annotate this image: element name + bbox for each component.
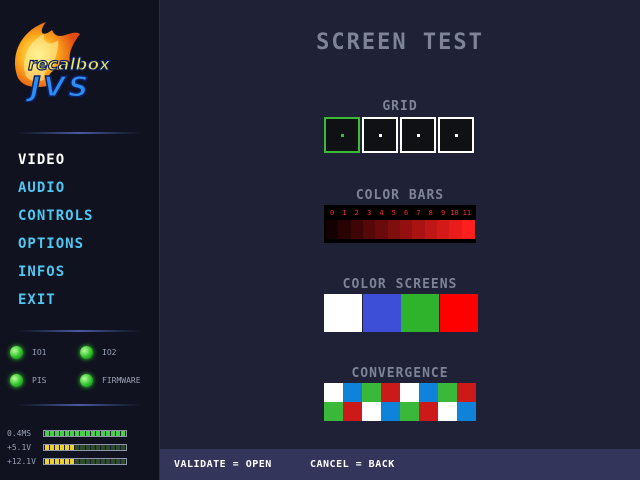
led-icon bbox=[80, 374, 93, 387]
color-bars-label: COLOR BARS bbox=[355, 188, 445, 203]
color-screen-swatch[interactable] bbox=[439, 294, 478, 332]
main-menu: VIDEO AUDIO CONTROLS OPTIONS INFOS EXIT bbox=[18, 150, 93, 318]
color-bar-number: 7 bbox=[416, 209, 421, 217]
convergence-cell bbox=[362, 383, 381, 402]
convergence-label: CONVERGENCE bbox=[351, 366, 449, 381]
grid-label: GRID bbox=[382, 99, 418, 114]
color-screen-swatch[interactable] bbox=[401, 294, 439, 332]
color-bar-number: 8 bbox=[428, 209, 433, 217]
status-label: IO1 bbox=[32, 348, 47, 357]
led-icon bbox=[80, 346, 93, 359]
convergence-cell bbox=[343, 383, 362, 402]
color-bar bbox=[437, 220, 450, 239]
color-bar-number: 2 bbox=[354, 209, 359, 217]
color-bar-number: 4 bbox=[379, 209, 384, 217]
convergence-cell bbox=[381, 383, 400, 402]
color-bar-number: 1 bbox=[342, 209, 347, 217]
grid-option-4[interactable] bbox=[438, 117, 474, 153]
color-bar-number: 10 bbox=[450, 209, 459, 217]
voltage-panel: 0.4MS +5.1V +12.1V bbox=[7, 428, 157, 470]
footer-bar: VALIDATE = OPEN CANCEL = BACK bbox=[160, 449, 640, 480]
color-bar bbox=[338, 220, 352, 239]
color-bar bbox=[387, 220, 401, 239]
convergence-cell bbox=[400, 383, 419, 402]
menu-exit[interactable]: EXIT bbox=[18, 290, 93, 318]
validate-hint: VALIDATE = OPEN bbox=[174, 459, 272, 470]
color-bar bbox=[350, 220, 364, 239]
voltage-label: +5.1V bbox=[7, 443, 32, 452]
status-label: FIRMWARE bbox=[102, 376, 141, 385]
voltage-label: 0.4MS bbox=[7, 429, 32, 438]
color-bar bbox=[400, 220, 413, 239]
convergence-cell bbox=[362, 402, 381, 421]
sidebar: recalbox JVS VIDEO AUDIO CONTROLS OPTIONS IN… bbox=[0, 0, 160, 480]
page-title: SCREEN TEST bbox=[316, 30, 484, 55]
color-bar-number: 3 bbox=[367, 209, 372, 217]
grid-option-3[interactable] bbox=[400, 117, 436, 153]
color-bar-number: 5 bbox=[391, 209, 396, 217]
color-bar bbox=[363, 220, 376, 239]
color-bar bbox=[449, 220, 463, 239]
color-screen-swatch[interactable] bbox=[362, 294, 401, 332]
voltage-row: +12.1V bbox=[7, 456, 157, 470]
voltage-row: +5.1V bbox=[7, 442, 157, 456]
color-bar bbox=[375, 220, 389, 239]
convergence-cell bbox=[457, 383, 476, 402]
voltage-bar bbox=[43, 458, 127, 465]
color-bar bbox=[424, 220, 438, 239]
color-bar bbox=[461, 220, 475, 239]
status-label: IO2 bbox=[102, 348, 117, 357]
color-bar-number: 6 bbox=[404, 209, 409, 217]
menu-infos[interactable]: INFOS bbox=[18, 262, 93, 290]
color-screen-swatch[interactable] bbox=[324, 294, 362, 332]
divider bbox=[18, 330, 140, 332]
convergence-cell bbox=[381, 402, 400, 421]
menu-controls[interactable]: CONTROLS bbox=[18, 206, 93, 234]
menu-audio[interactable]: AUDIO bbox=[18, 178, 93, 206]
divider bbox=[18, 132, 140, 134]
voltage-row: 0.4MS bbox=[7, 428, 157, 442]
color-bar-number: 9 bbox=[441, 209, 446, 217]
convergence-cell bbox=[324, 402, 343, 421]
convergence-cell bbox=[419, 383, 438, 402]
color-bar bbox=[326, 220, 339, 239]
recalbox-jvs-logo: recalbox JVS bbox=[15, 22, 112, 102]
convergence-cell bbox=[438, 402, 457, 421]
voltage-bar bbox=[43, 430, 127, 437]
led-icon bbox=[10, 346, 23, 359]
menu-video[interactable]: VIDEO bbox=[18, 150, 93, 178]
voltage-label: +12.1V bbox=[7, 457, 36, 466]
color-bar-number: 0 bbox=[330, 209, 335, 217]
convergence-cell bbox=[324, 383, 343, 402]
convergence-cell bbox=[400, 402, 419, 421]
color-screens-label: COLOR SCREENS bbox=[342, 277, 458, 292]
voltage-bar bbox=[43, 444, 127, 451]
convergence-cell bbox=[419, 402, 438, 421]
logo-jvs-text: JVS bbox=[25, 70, 91, 102]
convergence-cell bbox=[438, 383, 457, 402]
divider bbox=[18, 404, 140, 406]
color-bar bbox=[412, 220, 426, 239]
grid-option-2[interactable] bbox=[362, 117, 398, 153]
status-panel: IO1 IO2 PIS FIRMWARE bbox=[10, 346, 158, 402]
led-icon bbox=[10, 374, 23, 387]
cancel-hint: CANCEL = BACK bbox=[310, 459, 395, 470]
convergence-cell bbox=[457, 402, 476, 421]
convergence-cell bbox=[343, 402, 362, 421]
menu-options[interactable]: OPTIONS bbox=[18, 234, 93, 262]
color-bar-number: 11 bbox=[462, 209, 472, 217]
status-label: PIS bbox=[32, 376, 47, 385]
color-bars-test[interactable]: 0 1 2 3 4 5 6 7 8 9 10 11 bbox=[324, 205, 476, 243]
grid-option-1[interactable] bbox=[324, 117, 360, 153]
